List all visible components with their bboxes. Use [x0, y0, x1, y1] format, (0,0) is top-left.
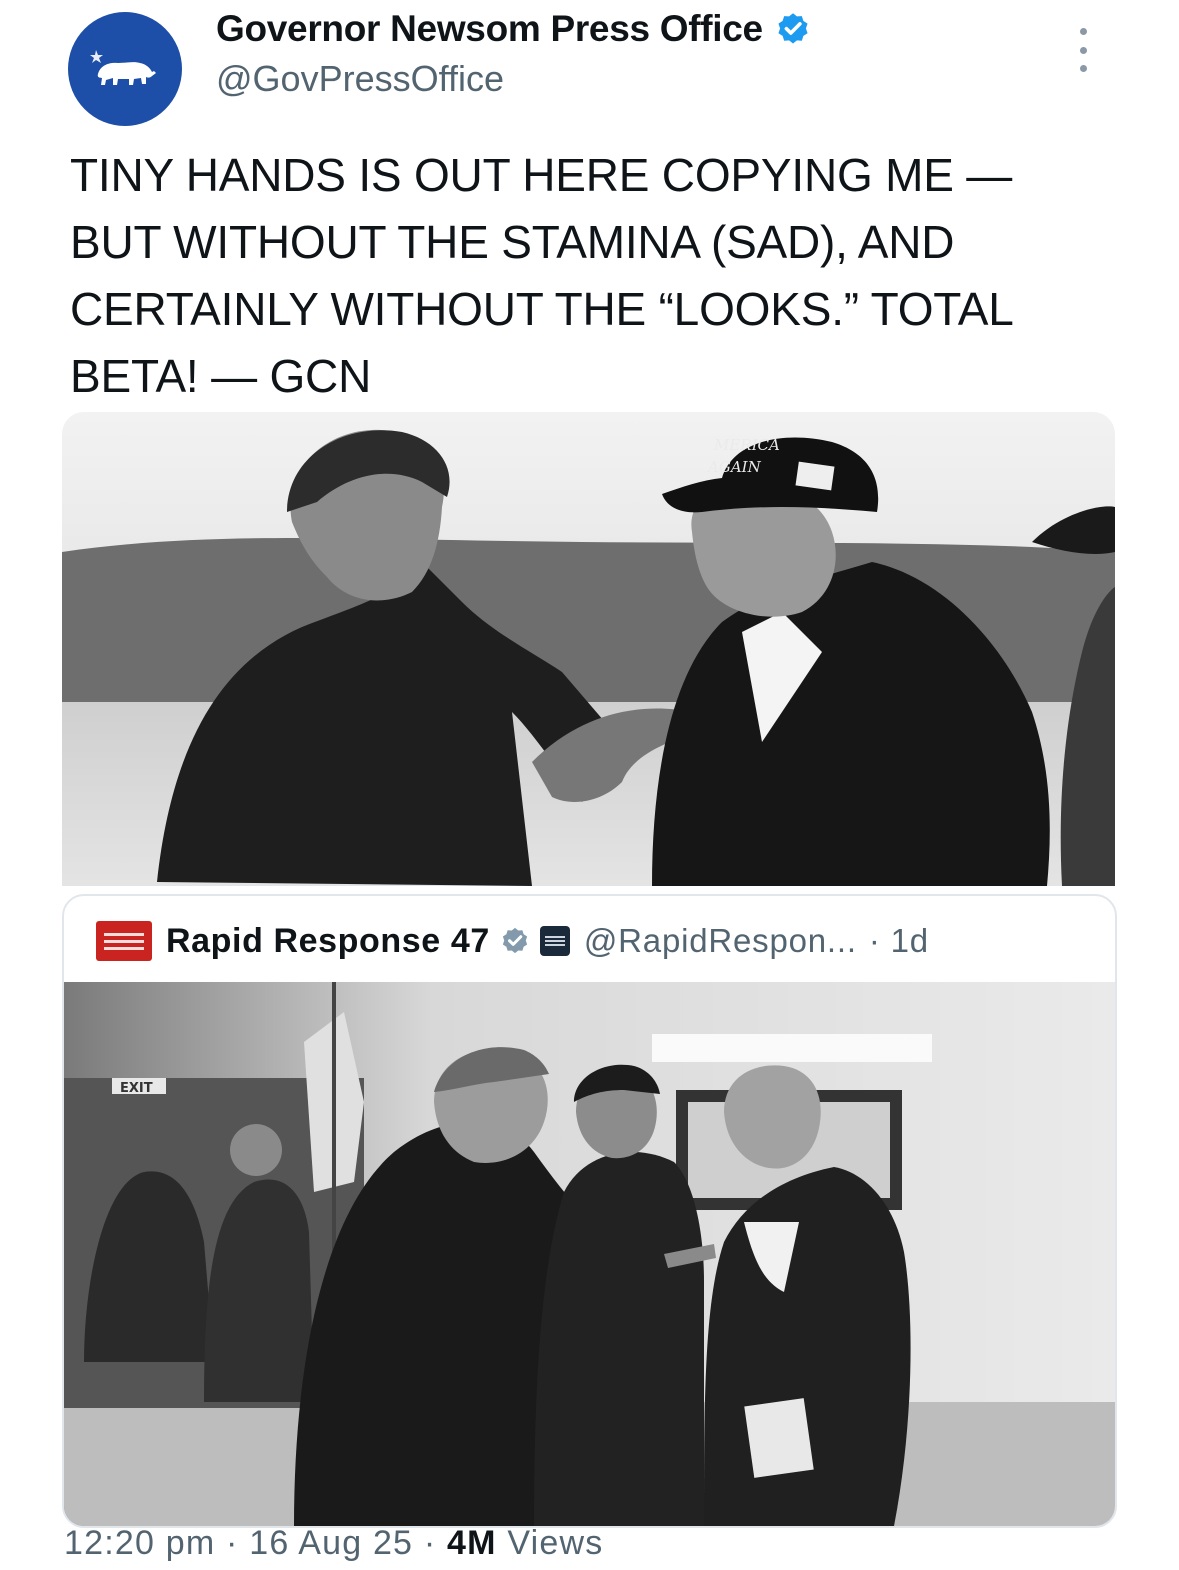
more-options-icon[interactable] — [1068, 28, 1098, 72]
cap-text-line1: MERICA — [713, 436, 780, 454]
author-handle[interactable]: @GovPressOffice — [216, 58, 504, 100]
california-bear-icon — [90, 50, 156, 85]
tweet-metadata: 12:20 pm · 16 Aug 25 · 4M Views — [64, 1524, 603, 1563]
more-dot — [1079, 65, 1087, 72]
more-dot — [1079, 28, 1087, 35]
quoted-tweet-time[interactable]: · 1d — [869, 922, 929, 960]
tweet-time[interactable]: 12:20 pm — [64, 1524, 215, 1562]
rapid-response-logo-icon[interactable] — [96, 921, 152, 961]
separator: · — [226, 1524, 239, 1562]
author-name[interactable]: Governor Newsom Press Office — [216, 8, 763, 50]
quoted-tweet-header: Rapid Response 47 @RapidRespon... · 1d — [96, 918, 929, 964]
exit-sign-text: EXIT — [120, 1081, 153, 1096]
author-name-row[interactable]: Governor Newsom Press Office — [216, 8, 811, 50]
quoted-tweet-card[interactable]: Rapid Response 47 @RapidRespon... · 1d E… — [62, 894, 1117, 1528]
views-count[interactable]: 4M — [447, 1524, 497, 1562]
verified-badge-icon — [778, 13, 808, 44]
author-avatar[interactable] — [68, 12, 182, 126]
affiliate-badge-icon — [539, 926, 570, 956]
quoted-author-name[interactable]: Rapid Response 47 — [166, 922, 490, 961]
separator: · — [423, 1524, 437, 1562]
cap-text-line2: AGAIN — [706, 458, 762, 476]
photo-newsom-trump: MERICA AGAIN — [62, 412, 1115, 886]
quoted-tweet-photo[interactable]: EXIT — [64, 982, 1115, 1526]
verified-badge-icon — [502, 927, 527, 954]
more-dot — [1079, 46, 1087, 54]
views-label: Views — [507, 1524, 604, 1562]
tweet-date[interactable]: 16 Aug 25 — [249, 1524, 413, 1562]
photo-trump-putin: EXIT — [64, 982, 1115, 1526]
tweet-photo[interactable]: MERICA AGAIN — [62, 412, 1115, 886]
quoted-author-handle[interactable]: @RapidRespon... — [584, 922, 857, 960]
tweet-text: TINY HANDS IS OUT HERE COPYING ME — BUT … — [70, 149, 1014, 402]
